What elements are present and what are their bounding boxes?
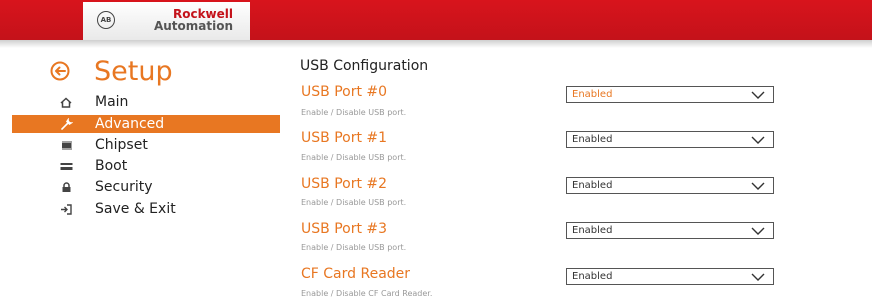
option-help-usb-port-2: Enable / Disable USB port. <box>301 198 407 207</box>
ab-logo-icon: AB <box>97 11 115 29</box>
select-value: Enabled <box>572 225 613 236</box>
option-label-cf-card-reader: CF Card Reader <box>301 266 411 282</box>
chip-icon <box>58 137 74 153</box>
option-help-usb-port-0: Enable / Disable USB port. <box>301 108 407 117</box>
option-label-usb-port-3: USB Port #3 <box>301 221 388 237</box>
sidebar-item-save-exit[interactable]: Save & Exit <box>12 200 280 218</box>
select-value: Enabled <box>572 271 613 282</box>
option-label-usb-port-0: USB Port #0 <box>301 84 388 100</box>
sidebar-item-main[interactable]: Main <box>12 93 280 111</box>
usb-port-0-select[interactable]: Enabled <box>566 86 774 103</box>
usb-port-2-select[interactable]: Enabled <box>566 177 774 194</box>
cf-card-reader-select[interactable]: Enabled <box>566 268 774 285</box>
drive-icon <box>58 158 74 174</box>
select-value: Enabled <box>572 89 613 100</box>
top-bar-shadow <box>0 40 872 48</box>
sidebar-item-chipset[interactable]: Chipset <box>12 136 280 154</box>
chevron-down-icon <box>751 227 765 235</box>
sidebar-item-advanced[interactable]: Advanced <box>12 115 280 133</box>
usb-port-3-select[interactable]: Enabled <box>566 222 774 239</box>
option-help-cf-card-reader: Enable / Disable CF Card Reader. <box>301 289 433 298</box>
home-icon <box>58 94 74 110</box>
select-value: Enabled <box>572 134 613 145</box>
section-title: USB Configuration <box>300 58 429 74</box>
wrench-icon <box>58 116 74 132</box>
usb-port-1-select[interactable]: Enabled <box>566 131 774 148</box>
sidebar-item-boot[interactable]: Boot <box>12 157 280 175</box>
option-label-usb-port-1: USB Port #1 <box>301 130 388 146</box>
lock-icon <box>58 179 74 195</box>
sidebar-item-label: Save & Exit <box>95 201 176 217</box>
sidebar-item-label: Chipset <box>95 137 148 153</box>
sidebar-item-label: Main <box>95 94 129 110</box>
setup-title: Setup <box>94 56 173 87</box>
brand-name-line2: Automation <box>153 19 233 33</box>
option-help-usb-port-1: Enable / Disable USB port. <box>301 153 407 162</box>
exit-icon <box>58 201 74 217</box>
chevron-down-icon <box>751 273 765 281</box>
option-label-usb-port-2: USB Port #2 <box>301 176 388 192</box>
sidebar-item-label: Advanced <box>95 116 165 132</box>
chevron-down-icon <box>751 182 765 190</box>
sidebar-item-label: Boot <box>95 158 128 174</box>
sidebar-item-security[interactable]: Security <box>12 178 280 196</box>
sidebar-item-label: Security <box>95 179 153 195</box>
brand-logo: AB Rockwell Automation <box>83 2 250 40</box>
option-help-usb-port-3: Enable / Disable USB port. <box>301 243 407 252</box>
chevron-down-icon <box>751 136 765 144</box>
select-value: Enabled <box>572 180 613 191</box>
chevron-down-icon <box>751 91 765 99</box>
back-arrow-icon[interactable] <box>50 61 70 81</box>
